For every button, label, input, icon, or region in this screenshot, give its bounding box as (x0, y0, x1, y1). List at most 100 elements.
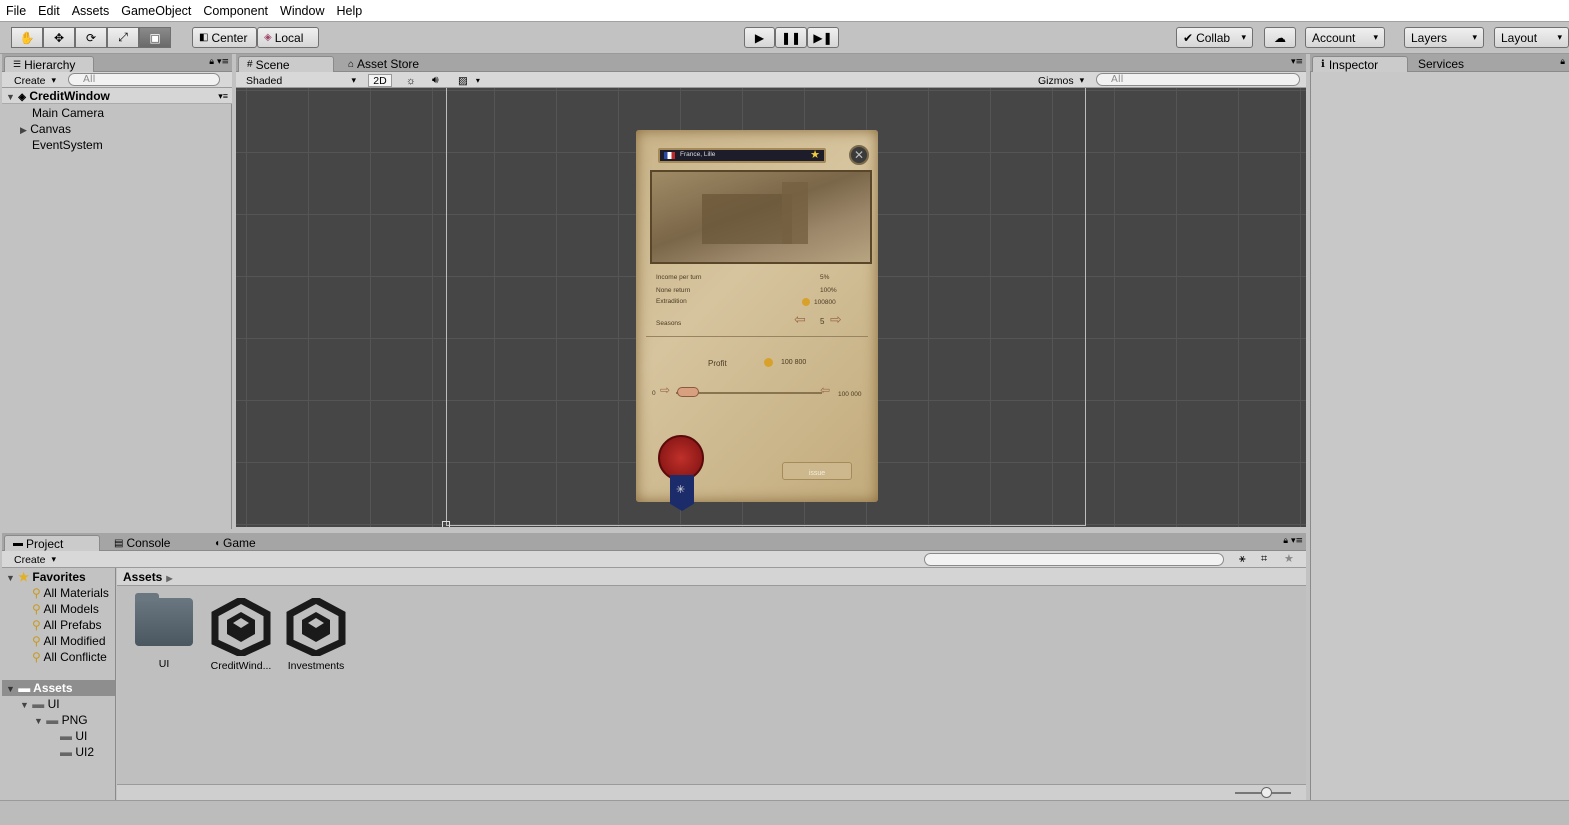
menu-help[interactable]: Help (330, 4, 368, 18)
move-tool-button[interactable]: ✥ (43, 27, 75, 48)
menu-gameobject[interactable]: GameObject (115, 4, 197, 18)
arrow-left-icon[interactable]: ⇦ (794, 312, 806, 328)
tab-project[interactable]: ▬ Project (4, 535, 100, 551)
menu-window[interactable]: Window (274, 4, 330, 18)
list-icon: ☰ (13, 59, 22, 69)
expand-triangle-icon[interactable]: ▼ (6, 92, 15, 102)
lighting-toggle[interactable]: ☼ (402, 74, 420, 87)
project-toolbar: Create ⚹ ⌗ ★ (2, 551, 1306, 568)
expand-triangle-icon[interactable]: ▼ (6, 573, 15, 583)
menu-assets[interactable]: Assets (66, 4, 116, 18)
amount-slider-thumb[interactable] (677, 387, 699, 397)
menu-file[interactable]: File (0, 4, 32, 18)
sun-icon: ☼ (406, 74, 416, 87)
cloud-button[interactable]: ☁ (1264, 27, 1296, 48)
hierarchy-item-eventsystem[interactable]: EventSystem (32, 137, 103, 153)
location-banner: France, Lille ★ (658, 148, 826, 163)
project-search-input[interactable] (924, 553, 1224, 566)
hierarchy-create-button[interactable]: Create (10, 74, 60, 87)
tree-folder-ui[interactable]: ▼ ▬ UI (20, 696, 60, 712)
tab-hierarchy[interactable]: ☰ Hierarchy (4, 56, 94, 72)
breadcrumb-assets[interactable]: Assets (123, 570, 162, 584)
project-create-button[interactable]: Create (10, 553, 60, 566)
folder-icon: ▬ (60, 745, 72, 759)
coin-icon (764, 358, 773, 367)
favorite-item[interactable]: ⚲ All Materials (32, 585, 109, 601)
expand-triangle-icon[interactable]: ▼ (34, 716, 43, 726)
close-icon[interactable]: ✕ (849, 145, 869, 165)
asset-item-ui[interactable]: UI (129, 593, 199, 670)
account-dropdown[interactable]: Account (1305, 27, 1385, 48)
arrow-right-icon[interactable]: ⇨ (830, 312, 842, 328)
scene-search-input[interactable]: All (1096, 73, 1300, 86)
lock-icon[interactable]: 🔒︎ (1560, 57, 1565, 67)
rect-tool-button[interactable]: ▣ (139, 27, 171, 48)
step-button[interactable]: ▶❚ (807, 27, 839, 48)
scene-view[interactable]: France, Lille ★ ✕ Income per turn 5% Non… (236, 88, 1306, 527)
shading-mode-dropdown[interactable]: Shaded (242, 74, 360, 87)
hierarchy-search-input[interactable]: All (68, 73, 220, 86)
gizmos-dropdown[interactable]: Gizmos (1034, 74, 1086, 87)
scale-tool-button[interactable]: ⤢ (107, 27, 139, 48)
effects-dropdown[interactable]: ▨ ▾ (454, 74, 484, 87)
favorite-item[interactable]: ⚲ All Prefabs (32, 617, 102, 633)
favorite-item[interactable]: ⚲ All Modified (32, 633, 106, 649)
favorite-item[interactable]: ⚲ All Models (32, 601, 99, 617)
audio-toggle[interactable]: 🔊︎ (428, 74, 443, 87)
slider-left-arrow-icon[interactable]: ⇨ (660, 383, 670, 397)
favorite-item[interactable]: ⚲ All Conflicte (32, 649, 116, 665)
pause-button[interactable]: ❚❚ (775, 27, 807, 48)
tab-scene[interactable]: # Scene (238, 56, 334, 72)
pivot-center-button[interactable]: ◧ Center (192, 27, 257, 48)
hierarchy-item-main-camera[interactable]: Main Camera (32, 105, 104, 121)
rect-handle-icon[interactable] (442, 521, 450, 527)
asset-item-creditwindow[interactable]: CreditWind... (206, 596, 276, 672)
collapse-triangle-icon[interactable]: ▶ (20, 125, 27, 135)
star-filter-icon[interactable]: ★ (1284, 552, 1294, 565)
tab-game[interactable]: ◖ Game (206, 535, 286, 551)
layout-dropdown[interactable]: Layout (1494, 27, 1569, 48)
label-tag-icon[interactable]: ⌗ (1261, 552, 1267, 566)
assets-root-row[interactable]: ▼ ▬ Assets (2, 680, 115, 696)
tab-asset-store[interactable]: ⌂ Asset Store (340, 56, 440, 72)
folder-tab-icon: ▬ (13, 538, 23, 549)
pivot-label: Center (211, 30, 248, 45)
menu-component[interactable]: Component (197, 4, 274, 18)
play-button[interactable]: ▶ (744, 27, 775, 48)
favorites-header[interactable]: ▼ ★ Favorites (6, 569, 86, 585)
expand-triangle-icon[interactable]: ▼ (20, 700, 29, 710)
unity-icon: ◈ (18, 92, 26, 103)
layout-label: Layout (1501, 30, 1538, 45)
tab-inspector[interactable]: ℹ Inspector (1312, 56, 1408, 72)
space-local-button[interactable]: ◈ Local (257, 27, 319, 48)
scene-root-row[interactable]: ▼ ◈ CreditWindow ▾≡ (2, 88, 232, 104)
panel-menu-icon[interactable]: ▾≡ (1291, 536, 1303, 546)
tab-console[interactable]: ▤ Console (106, 535, 196, 551)
tree-folder-ui2[interactable]: ▬ UI2 (60, 744, 94, 760)
lock-icon[interactable]: 🔒︎ (209, 57, 214, 67)
asset-item-investments[interactable]: Investments (281, 596, 351, 672)
issue-button[interactable]: issue (782, 462, 852, 480)
lock-icon[interactable]: 🔒︎ (1283, 536, 1288, 546)
scale-icon: ⤢ (118, 30, 128, 44)
panel-menu-icon[interactable]: ▾≡ (217, 57, 229, 67)
tree-folder-png[interactable]: ▼ ▬ PNG (34, 712, 88, 728)
menu-edit[interactable]: Edit (32, 4, 66, 18)
panel-menu-icon[interactable]: ▾≡ (1291, 57, 1303, 67)
collab-dropdown[interactable]: ✔ Collab (1176, 27, 1253, 48)
folder-tab-shape (135, 593, 159, 601)
slider-right-arrow-icon[interactable]: ⇦ (820, 383, 830, 397)
rotate-tool-button[interactable]: ⟳ (75, 27, 107, 48)
tab-services[interactable]: Services (1410, 56, 1480, 72)
france-flag-icon (664, 152, 675, 159)
zoom-slider-thumb[interactable] (1261, 787, 1272, 798)
filter-type-icon[interactable]: ⚹ (1239, 552, 1246, 566)
mode-2d-toggle[interactable]: 2D (368, 74, 392, 87)
star-icon[interactable]: ★ (810, 148, 820, 161)
hierarchy-item-canvas[interactable]: ▶ Canvas (20, 121, 71, 137)
hand-tool-button[interactable]: ✋ (11, 27, 43, 48)
expand-triangle-icon[interactable]: ▼ (6, 684, 15, 694)
tree-folder-png-ui[interactable]: ▬ UI (60, 728, 87, 744)
layers-dropdown[interactable]: Layers (1404, 27, 1484, 48)
scene-menu-icon[interactable]: ▾≡ (218, 88, 228, 104)
